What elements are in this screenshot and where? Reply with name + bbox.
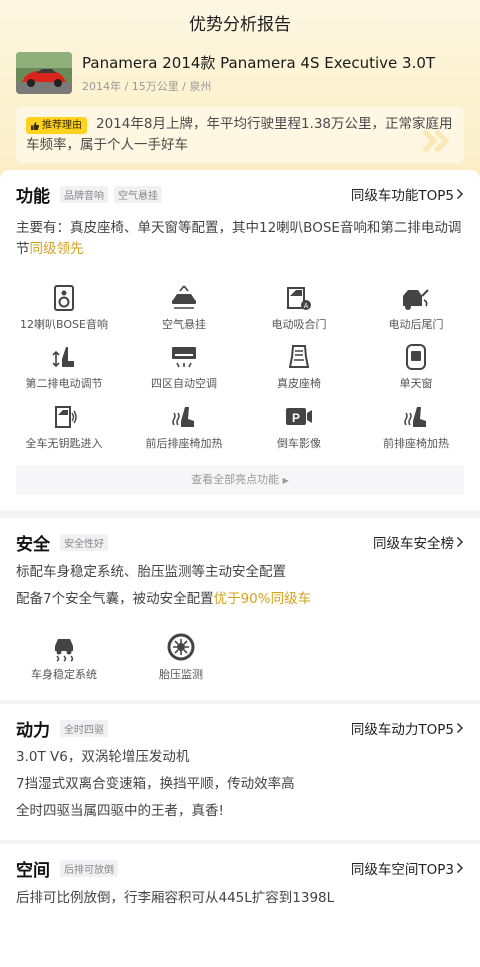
rear-seat-adjust-icon — [52, 347, 74, 368]
space-line: 后排可比例放倒，行李厢容积可从445L扩容到1398L — [16, 890, 335, 906]
feature-label: 单天窗 — [399, 377, 433, 390]
feature-heated-seats[interactable]: 前后排座椅加热 — [136, 403, 232, 451]
feature-keyless-entry[interactable]: 全车无钥匙进入 — [16, 403, 112, 451]
safety-rank-link[interactable]: 同级车安全榜 — [373, 532, 464, 552]
power-chip: 全时四驱 — [60, 720, 108, 737]
space-top3-label: 同级车空间TOP3 — [350, 862, 454, 878]
recommend-reason-text: 2014年8月上牌，年平均行驶里程1.38万公里，正常家庭用车频率，属于个人一手… — [26, 116, 453, 153]
safety-card: 安全 安全性好 同级车安全榜 标配车身稳定系统、胎压监测等主动安全配置 配备7个… — [0, 518, 480, 700]
function-top5-link[interactable]: 同级车功能TOP5 — [351, 184, 464, 204]
safety-line-2-plain: 配备7个安全气囊，被动安全配置 — [16, 591, 214, 607]
feature-label: 全车无钥匙进入 — [25, 437, 103, 450]
power-title: 动力 — [16, 721, 50, 741]
power-card-head: 动力 全时四驱 — [16, 716, 108, 741]
space-card: 空间 后排可放倒 同级车空间TOP3 后排可比例放倒，行李厢容积可从445L扩容… — [0, 844, 480, 967]
caret-right-icon: ▶ — [282, 476, 289, 485]
leather-seat-icon — [288, 345, 310, 368]
function-description: 主要有：真皮座椅、单天窗等配置，其中12喇叭BOSE音响和第二排电动调节同级领先 — [16, 218, 466, 260]
feature-label: 前后排座椅加热 — [145, 437, 223, 450]
feature-label: 真皮座椅 — [277, 377, 321, 390]
reverse-camera-icon: P — [286, 408, 312, 425]
feature-label: 空气悬挂 — [162, 318, 206, 331]
feature-tire-pressure[interactable]: 胎压监测 — [133, 632, 229, 682]
speaker-icon — [54, 285, 74, 311]
soft-close-door-icon: A — [287, 287, 311, 310]
feature-label: 第二排电动调节 — [25, 377, 103, 390]
safety-card-head: 安全 安全性好 — [16, 530, 108, 555]
space-top3-link[interactable]: 同级车空间TOP3 — [351, 858, 464, 878]
feature-leather-seat[interactable]: 真皮座椅 — [251, 343, 347, 391]
space-title: 空间 — [16, 861, 50, 881]
chevron-right-icon — [456, 536, 464, 548]
feature-label: 前排座椅加热 — [383, 437, 449, 450]
power-card: 动力 全时四驱 同级车动力TOP5 3.0T V6，双涡轮增压发动机 7挡湿式双… — [0, 704, 480, 840]
function-card: 功能 品牌音响 空气悬挂 同级车功能TOP5 主要有：真皮座椅、单天窗等配置，其… — [0, 170, 480, 510]
function-chip-audio: 品牌音响 — [60, 186, 108, 203]
feature-front-heated-seat[interactable]: 前排座椅加热 — [368, 403, 464, 451]
power-tailgate-icon — [403, 289, 429, 310]
feature-air-suspension[interactable]: 空气悬挂 — [136, 284, 232, 332]
svg-text:P: P — [292, 411, 300, 425]
car-thumbnail[interactable] — [16, 52, 72, 94]
heated-seats-icon — [172, 407, 194, 427]
feature-rear-seat-adjust[interactable]: 第二排电动调节 — [16, 343, 112, 391]
feature-reverse-camera[interactable]: P 倒车影像 — [251, 403, 347, 451]
space-chip: 后排可放倒 — [60, 860, 118, 877]
safety-line-1: 标配车身稳定系统、胎压监测等主动安全配置 — [16, 564, 286, 580]
feature-sunroof[interactable]: 单天窗 — [368, 343, 464, 391]
power-line-3: 全时四驱当属四驱中的王者，真香! — [16, 803, 224, 819]
safety-line-2: 配备7个安全气囊，被动安全配置优于90%同级车 — [16, 589, 466, 610]
header-hero: 优势分析报告 Panamera 2014款 Panamera 4S Execut… — [0, 0, 480, 178]
feature-speaker[interactable]: 12喇叭BOSE音响 — [16, 284, 112, 332]
keyless-entry-icon — [55, 406, 77, 428]
function-chip-suspension: 空气悬挂 — [114, 186, 162, 203]
power-top5-link[interactable]: 同级车动力TOP5 — [351, 718, 464, 738]
feature-label: 四区自动空调 — [151, 377, 217, 390]
safety-line-2-highlight: 优于90%同级车 — [213, 591, 312, 607]
space-card-head: 空间 后排可放倒 — [16, 856, 118, 881]
safety-chip: 安全性好 — [60, 534, 108, 551]
tire-pressure-icon — [167, 633, 195, 661]
chevron-right-icon — [456, 862, 464, 874]
climate-control-icon — [172, 347, 196, 368]
feature-label: 胎压监测 — [159, 668, 203, 681]
function-top5-label: 同级车功能TOP5 — [350, 188, 454, 204]
power-line-2: 7挡湿式双离合变速箱，换挡平顺，传动效率高 — [16, 776, 295, 792]
feature-label: 车身稳定系统 — [31, 668, 97, 681]
feature-label: 倒车影像 — [277, 437, 321, 450]
recommend-reason-box: 推荐理由 2014年8月上牌，年平均行驶里程1.38万公里，正常家庭用车频率，属… — [16, 107, 464, 163]
feature-label: 电动吸合门 — [271, 318, 327, 331]
safety-rank-label: 同级车安全榜 — [373, 536, 454, 552]
power-line-1: 3.0T V6，双涡轮增压发动机 — [16, 749, 190, 765]
svg-text:A: A — [304, 303, 309, 310]
chevron-right-icon — [456, 188, 464, 200]
decorative-chevron-icon — [422, 129, 450, 153]
view-all-features-button[interactable]: 查看全部亮点功能 ▶ — [16, 465, 464, 495]
sunroof-icon — [406, 344, 426, 370]
function-desc-highlight: 同级领先 — [29, 241, 84, 257]
power-top5-label: 同级车动力TOP5 — [350, 722, 454, 738]
feature-power-tailgate[interactable]: 电动后尾门 — [368, 284, 464, 332]
air-suspension-icon — [172, 285, 196, 309]
car-name: Panamera 2014款 Panamera 4S Executive 3.0… — [82, 54, 436, 72]
chevron-right-icon — [456, 722, 464, 734]
page-title: 优势分析报告 — [189, 15, 291, 35]
front-heated-seat-icon — [404, 407, 426, 427]
stability-control-icon — [55, 639, 74, 662]
feature-climate-control[interactable]: 四区自动空调 — [136, 343, 232, 391]
car-meta: 2014年 / 15万公里 / 泉州 — [82, 80, 212, 93]
feature-soft-close-door[interactable]: A 电动吸合门 — [251, 284, 347, 332]
feature-label: 电动后尾门 — [388, 318, 444, 331]
feature-stability-control[interactable]: 车身稳定系统 — [16, 632, 112, 682]
safety-title: 安全 — [16, 535, 50, 555]
view-all-features-label: 查看全部亮点功能 — [191, 473, 280, 486]
feature-label: 12喇叭BOSE音响 — [20, 318, 108, 331]
function-card-head: 功能 品牌音响 空气悬挂 — [16, 182, 162, 207]
function-title: 功能 — [16, 187, 50, 207]
